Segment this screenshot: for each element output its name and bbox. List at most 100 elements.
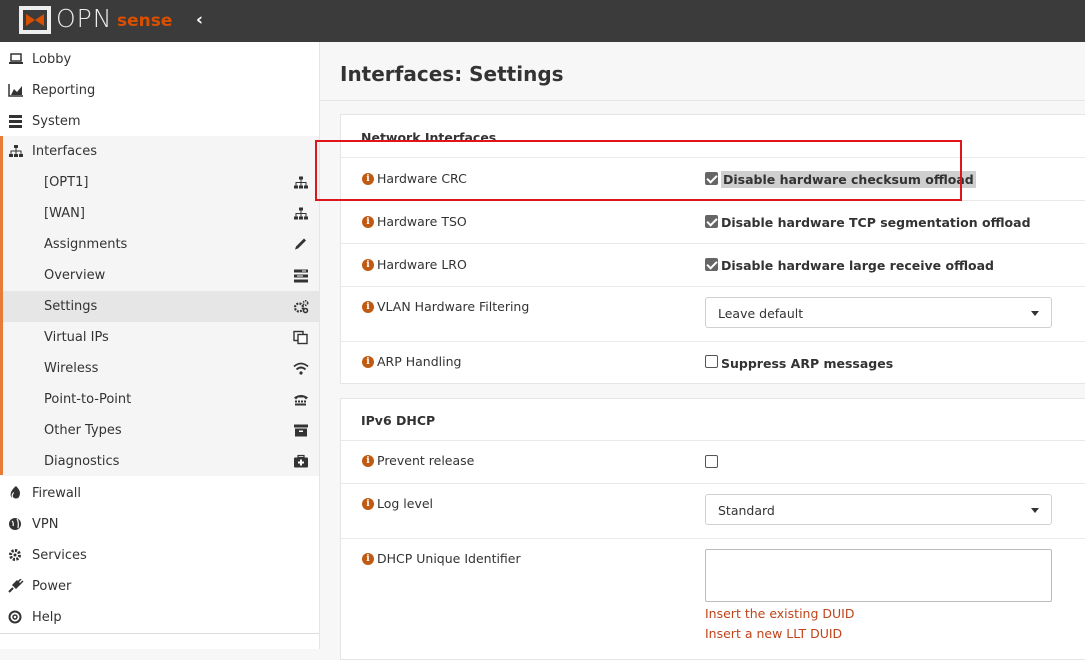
- hardware-lro-checkbox[interactable]: [705, 258, 718, 271]
- sidebar-item-label: Overview: [44, 268, 106, 283]
- prevent-release-row: i Prevent release: [341, 440, 1085, 483]
- sidebar-item-wireless[interactable]: Wireless: [0, 353, 319, 384]
- sitemap-icon: [9, 145, 23, 157]
- vlan-filtering-row: i VLAN Hardware Filtering Leave default: [341, 286, 1085, 341]
- sidebar-item-system[interactable]: System: [0, 106, 319, 137]
- duid-textarea[interactable]: [705, 549, 1052, 602]
- sidebar-divider: [0, 633, 319, 634]
- caret-down-icon: [1031, 508, 1039, 513]
- clone-icon: [293, 330, 308, 345]
- sidebar-item-virtual-ips[interactable]: Virtual IPs: [0, 322, 319, 353]
- sidebar-item-label: Virtual IPs: [44, 330, 109, 345]
- sidebar-item-overview[interactable]: Overview: [0, 260, 319, 291]
- server-icon: [9, 115, 22, 128]
- globe-icon: [9, 518, 21, 530]
- sidebar-item-wan[interactable]: [WAN]: [0, 198, 319, 229]
- interfaces-submenu: [OPT1] [WAN] Assignments Overview Settin…: [0, 167, 319, 476]
- medkit-icon: [294, 454, 308, 468]
- sidebar-item-assignments[interactable]: Assignments: [0, 229, 319, 260]
- sidebar-item-help[interactable]: Help: [0, 602, 319, 633]
- row-label: Hardware TSO: [377, 214, 467, 229]
- ipv6-dhcp-panel: IPv6 DHCP i Prevent release i Log level …: [340, 398, 1085, 660]
- sidebar-item-label: Settings: [44, 299, 98, 314]
- sidebar-item-label: Other Types: [44, 423, 122, 438]
- top-bar: OPN sense ‹: [0, 0, 1085, 42]
- sidebar-item-opt1[interactable]: [OPT1]: [0, 167, 319, 198]
- plug-icon: [8, 579, 24, 593]
- sidebar-item-point-to-point[interactable]: Point-to-Point: [0, 384, 319, 415]
- fire-icon: [10, 486, 20, 499]
- main-content: Interfaces: Settings Network Interfaces …: [320, 42, 1085, 660]
- sidebar-item-label: Interfaces: [32, 144, 97, 159]
- cogs-icon: [293, 299, 309, 314]
- info-icon[interactable]: i: [362, 455, 374, 467]
- hardware-tso-checkbox[interactable]: [705, 215, 718, 228]
- sidebar-item-power[interactable]: Power: [0, 571, 319, 602]
- info-icon[interactable]: i: [362, 356, 374, 368]
- sidebar-item-label: System: [32, 114, 81, 129]
- sidebar-item-label: Firewall: [32, 486, 82, 501]
- arp-suppress-checkbox[interactable]: [705, 355, 718, 368]
- sidebar: Lobby Reporting System Interfaces [OPT1]…: [0, 42, 320, 649]
- sidebar-item-reporting[interactable]: Reporting: [0, 75, 319, 106]
- sitemap-icon: [294, 176, 308, 189]
- prevent-release-checkbox[interactable]: [705, 455, 718, 468]
- dhcp-duid-row: i DHCP Unique Identifier Insert the exis…: [341, 538, 1085, 660]
- title-divider: [320, 100, 1085, 101]
- info-icon[interactable]: i: [362, 216, 374, 228]
- hardware-tso-row: i Hardware TSO Disable hardware TCP segm…: [341, 200, 1085, 243]
- sidebar-item-label: VPN: [32, 517, 59, 532]
- sidebar-item-label: Wireless: [44, 361, 99, 376]
- info-icon[interactable]: i: [362, 498, 374, 510]
- cog-icon: [9, 549, 21, 561]
- active-section-accent: [0, 136, 3, 475]
- archive-icon: [294, 424, 308, 437]
- page-title: Interfaces: Settings: [340, 62, 564, 86]
- sitemap-icon: [294, 207, 308, 220]
- caret-down-icon: [1031, 311, 1039, 316]
- tty-icon: [294, 395, 308, 406]
- sidebar-item-services[interactable]: Services: [0, 540, 319, 571]
- info-icon[interactable]: i: [362, 301, 374, 313]
- logo-text: OPN: [56, 4, 113, 33]
- vlan-filtering-select[interactable]: Leave default: [705, 297, 1052, 328]
- collapse-sidebar-button[interactable]: ‹: [196, 10, 203, 30]
- hardware-lro-row: i Hardware LRO Disable hardware large re…: [341, 243, 1085, 286]
- sidebar-item-label: Assignments: [44, 237, 128, 252]
- wifi-icon: [293, 362, 309, 375]
- insert-llt-duid-link[interactable]: Insert a new LLT DUID: [705, 626, 842, 641]
- life-ring-icon: [8, 610, 22, 624]
- tasks-icon: [294, 269, 308, 283]
- insert-existing-duid-link[interactable]: Insert the existing DUID: [705, 606, 854, 621]
- row-label: ARP Handling: [377, 354, 462, 369]
- sidebar-item-lobby[interactable]: Lobby: [0, 44, 319, 75]
- checkbox-label[interactable]: Suppress ARP messages: [721, 356, 893, 371]
- sidebar-item-settings[interactable]: Settings: [0, 291, 319, 322]
- select-value: Standard: [718, 503, 775, 518]
- row-label: DHCP Unique Identifier: [377, 551, 521, 566]
- section-heading: IPv6 DHCP: [361, 413, 436, 428]
- sidebar-item-label: Reporting: [32, 83, 96, 98]
- sidebar-item-firewall[interactable]: Firewall: [0, 478, 319, 509]
- info-icon[interactable]: i: [362, 259, 374, 271]
- checkbox-label[interactable]: Disable hardware TCP segmentation offloa…: [721, 215, 1031, 230]
- sidebar-item-label: [OPT1]: [44, 175, 89, 190]
- opnsense-logo-icon[interactable]: [18, 5, 52, 35]
- sidebar-item-label: Point-to-Point: [44, 392, 132, 407]
- sidebar-item-label: [WAN]: [44, 206, 85, 221]
- sidebar-item-interfaces[interactable]: Interfaces: [0, 136, 319, 167]
- row-label: Hardware LRO: [377, 257, 467, 272]
- logo-suffix: sense: [117, 11, 173, 31]
- pencil-icon: [295, 238, 306, 250]
- checkbox-label[interactable]: Disable hardware large receive offload: [721, 258, 994, 273]
- sidebar-item-diagnostics[interactable]: Diagnostics: [0, 446, 319, 477]
- sidebar-item-vpn[interactable]: VPN: [0, 509, 319, 540]
- log-level-select[interactable]: Standard: [705, 494, 1052, 525]
- row-label: Prevent release: [377, 453, 475, 468]
- row-label: VLAN Hardware Filtering: [377, 299, 530, 314]
- sidebar-item-other-types[interactable]: Other Types: [0, 415, 319, 446]
- info-icon[interactable]: i: [362, 553, 374, 565]
- area-chart-icon: [8, 84, 23, 97]
- sidebar-item-label: Help: [32, 610, 62, 625]
- sidebar-item-label: Services: [32, 548, 87, 563]
